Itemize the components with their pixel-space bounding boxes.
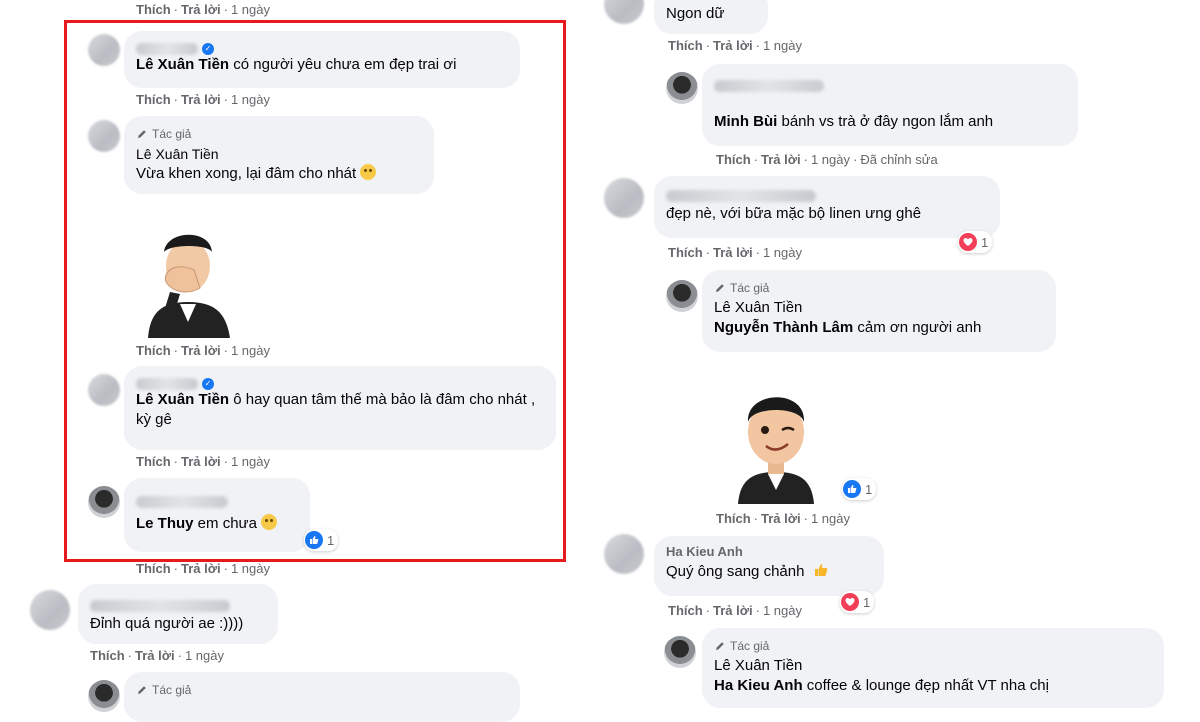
- mention[interactable]: Nguyễn Thành Lâm: [714, 319, 853, 336]
- timestamp[interactable]: 1 ngày: [763, 245, 802, 260]
- comment-actions: Thích · Trả lời · 1 ngày: [136, 561, 270, 576]
- timestamp[interactable]: 1 ngày: [231, 2, 270, 17]
- timestamp[interactable]: 1 ngày: [811, 511, 850, 526]
- like-reaction-icon: [843, 480, 861, 498]
- comment-text: đẹp nè, với bữa mặc bộ linen ưng ghê: [666, 205, 922, 222]
- reaction-count: 1: [863, 594, 871, 610]
- love-reaction-icon: [841, 593, 859, 611]
- timestamp[interactable]: 1 ngày: [811, 152, 850, 167]
- comment-bubble: Ngon dữ: [654, 0, 768, 34]
- like-link[interactable]: Thích: [90, 648, 125, 663]
- comment-bubble: Tác giả Lê Xuân Tiền Ha Kieu Anh coffee …: [702, 628, 1164, 708]
- avatar[interactable]: [30, 590, 70, 630]
- author-badge: Tác giả: [136, 680, 508, 700]
- mention[interactable]: Minh Bùi: [714, 113, 777, 130]
- reply-link[interactable]: Trả lời: [713, 38, 753, 53]
- comment-actions: Thích · Trả lời · 1 ngày · Đã chỉnh sửa: [716, 152, 938, 167]
- highlight-box: [64, 20, 566, 562]
- timestamp[interactable]: 1 ngày: [185, 648, 224, 663]
- love-reaction-icon: [959, 233, 977, 251]
- comment-bubble: đẹp nè, với bữa mặc bộ linen ưng ghê: [654, 176, 1000, 238]
- comment-text: Quý ông sang chảnh: [666, 563, 805, 580]
- timestamp[interactable]: 1 ngày: [763, 38, 802, 53]
- avatar[interactable]: [604, 0, 644, 24]
- reply-link[interactable]: Trả lời: [135, 648, 175, 663]
- timestamp[interactable]: 1 ngày: [763, 603, 802, 618]
- comment-bubble: Minh Bùi bánh vs trà ở đây ngon lắm anh: [702, 64, 1078, 146]
- reply-link[interactable]: Trả lời: [181, 2, 221, 17]
- reaction-summary[interactable]: 1: [958, 231, 993, 253]
- reply-link[interactable]: Trả lời: [181, 561, 221, 576]
- avatar[interactable]: [666, 72, 698, 104]
- author-name[interactable]: Lê Xuân Tiền: [714, 298, 1044, 318]
- pencil-icon: [138, 686, 146, 694]
- reaction-count: 1: [981, 234, 989, 250]
- comment-actions: Thích · Trả lời · 1 ngày: [716, 511, 850, 526]
- comment-text: cảm ơn người anh: [853, 319, 982, 336]
- reaction-count: 1: [865, 481, 873, 497]
- thumbs-up-emoji: [814, 564, 827, 576]
- comment-text: Đỉnh quá người ae :)))): [90, 615, 244, 632]
- wink-avatar-sticker: [738, 397, 814, 504]
- blurred-name: [90, 600, 230, 613]
- avatar[interactable]: [88, 680, 120, 712]
- like-link[interactable]: Thích: [136, 561, 171, 576]
- blurred-name: [666, 190, 816, 203]
- like-link[interactable]: Thích: [136, 2, 171, 17]
- comment-bubble: Tác giả Lê Xuân Tiền Nguyễn Thành Lâm cả…: [702, 270, 1056, 352]
- comment-actions: Thích · Trả lời · 1 ngày: [90, 648, 224, 663]
- comment-bubble: Ha Kieu Anh Quý ông sang chảnh: [654, 536, 884, 596]
- avatar[interactable]: [604, 178, 644, 218]
- timestamp[interactable]: 1 ngày: [231, 561, 270, 576]
- like-link[interactable]: Thích: [668, 38, 703, 53]
- comment-actions: Thích · Trả lời · 1 ngày: [668, 603, 802, 618]
- pencil-icon: [716, 642, 724, 650]
- like-link[interactable]: Thích: [716, 152, 751, 167]
- author-name[interactable]: Lê Xuân Tiền: [714, 656, 1152, 676]
- like-link[interactable]: Thích: [716, 511, 751, 526]
- comment-text: bánh vs trà ở đây ngon lắm anh: [777, 113, 994, 130]
- author-badge: Tác giả: [714, 636, 1152, 656]
- reaction-summary[interactable]: 1: [840, 591, 875, 613]
- comment-actions: Thích · Trả lời · 1 ngày: [668, 245, 802, 260]
- pencil-icon: [716, 284, 724, 292]
- blurred-name: [714, 80, 824, 93]
- comment-text: Ngon dữ: [666, 5, 725, 22]
- reaction-summary[interactable]: 1: [842, 478, 877, 500]
- comment-bubble: Tác giả: [124, 672, 520, 722]
- like-link[interactable]: Thích: [668, 603, 703, 618]
- comment-actions: Thích · Trả lời · 1 ngày: [668, 38, 802, 53]
- reply-link[interactable]: Trả lời: [761, 152, 801, 167]
- author-badge: Tác giả: [714, 278, 1044, 298]
- reply-link[interactable]: Trả lời: [761, 511, 801, 526]
- mention[interactable]: Ha Kieu Anh: [714, 677, 803, 694]
- commenter-name[interactable]: Ha Kieu Anh: [666, 544, 872, 562]
- comment-text: coffee & lounge đẹp nhất VT nha chị: [802, 677, 1049, 694]
- reply-link[interactable]: Trả lời: [713, 245, 753, 260]
- edited-label: Đã chỉnh sửa: [860, 152, 938, 167]
- avatar[interactable]: [666, 280, 698, 312]
- like-link[interactable]: Thích: [668, 245, 703, 260]
- avatar[interactable]: [604, 534, 644, 574]
- avatar[interactable]: [664, 636, 696, 668]
- reply-link[interactable]: Trả lời: [713, 603, 753, 618]
- comment-actions: Thích · Trả lời · 1 ngày: [136, 2, 270, 17]
- comment-bubble: Đỉnh quá người ae :)))): [78, 584, 278, 644]
